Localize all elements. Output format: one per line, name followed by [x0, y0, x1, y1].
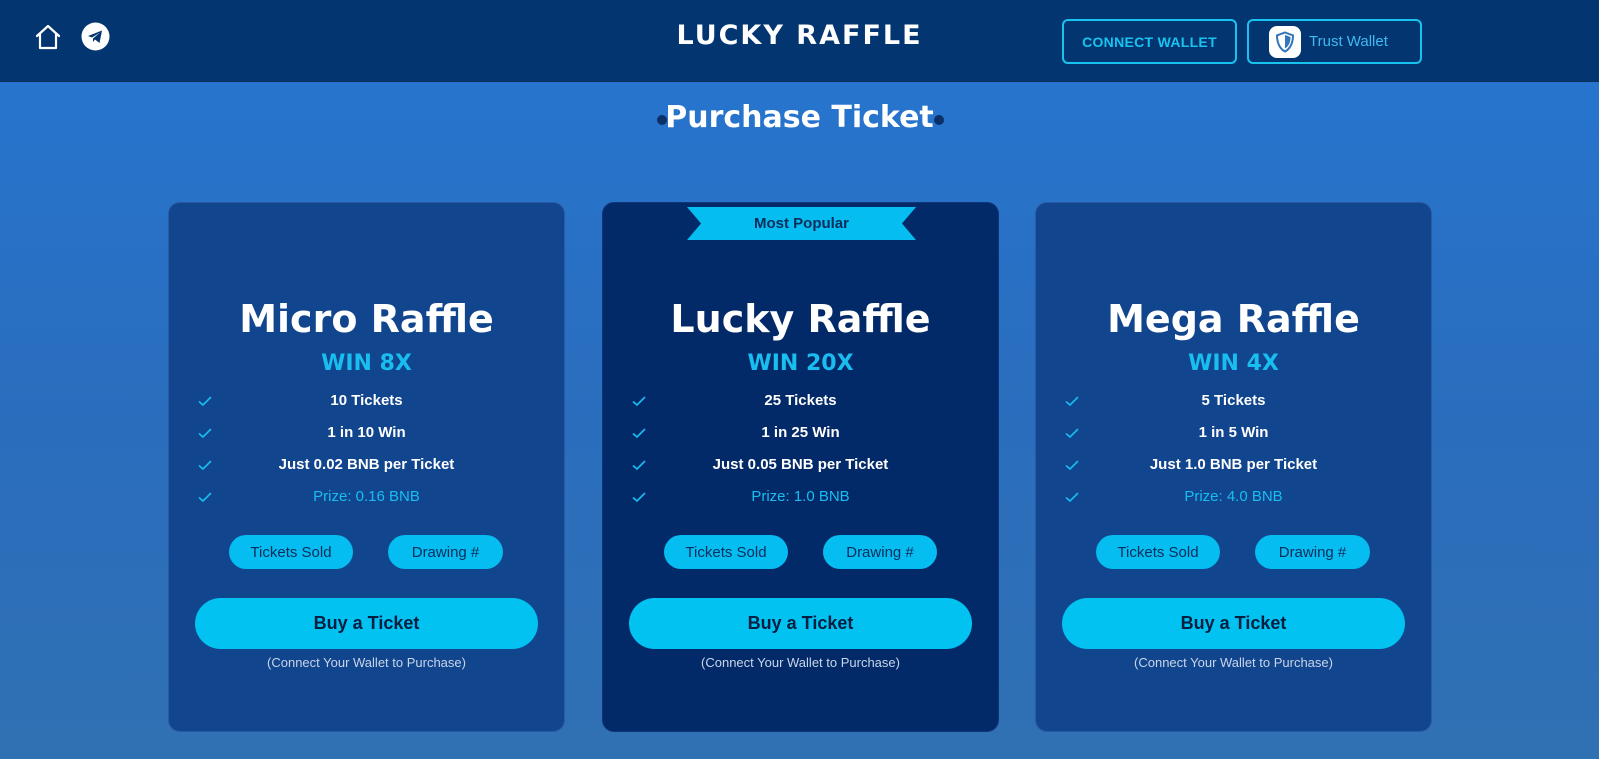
feature-text: 1 in 5 Win [1198, 424, 1269, 441]
drawing-number-pill[interactable]: Drawing # [388, 535, 503, 569]
tickets-sold-pill[interactable]: Tickets Sold [1096, 535, 1220, 569]
feature-text: 25 Tickets [764, 392, 837, 409]
raffle-card-lucky: Most Popular Lucky Raffle WIN 20X 25 Tic… [602, 202, 999, 732]
card-title: Micro Raffle [239, 297, 494, 341]
drawing-number-pill[interactable]: Drawing # [823, 535, 937, 569]
buy-ticket-button[interactable]: Buy a Ticket [1062, 598, 1405, 649]
prize-item: Prize: 4.0 BNB [1036, 485, 1431, 509]
most-popular-label: Most Popular [753, 215, 849, 232]
check-icon [197, 393, 213, 409]
prize-text: Prize: 1.0 BNB [751, 488, 850, 505]
feature-text: 1 in 10 Win [327, 424, 406, 441]
top-navbar: LUCKY RAFFLE CONNECT WALLET Trust Wallet [0, 0, 1599, 82]
drawing-number-pill[interactable]: Drawing # [1255, 535, 1370, 569]
feature-text: 5 Tickets [1201, 392, 1266, 409]
check-icon [631, 425, 647, 441]
feature-item: 25 Tickets [603, 389, 998, 413]
feature-item: 1 in 5 Win [1036, 421, 1431, 445]
feature-item: Just 0.05 BNB per Ticket [603, 453, 998, 477]
check-icon [1064, 489, 1080, 505]
check-icon [631, 393, 647, 409]
connect-wallet-button[interactable]: CONNECT WALLET [1062, 19, 1237, 64]
connect-wallet-hint: (Connect Your Wallet to Purchase) [267, 655, 466, 670]
feature-text: Just 0.05 BNB per Ticket [712, 456, 889, 473]
feature-text: Just 0.02 BNB per Ticket [278, 456, 455, 473]
prize-text: Prize: 0.16 BNB [313, 488, 420, 505]
prize-item: Prize: 1.0 BNB [603, 485, 998, 509]
check-icon [1064, 393, 1080, 409]
card-multiplier: WIN 4X [1188, 351, 1279, 376]
raffle-card-mega: Mega Raffle WIN 4X 5 Tickets 1 in 5 Win … [1035, 202, 1432, 732]
check-icon [197, 457, 213, 473]
buy-ticket-button[interactable]: Buy a Ticket [195, 598, 538, 649]
title-dot-right [934, 115, 944, 125]
feature-item: 1 in 10 Win [169, 421, 564, 445]
raffle-card-micro: Micro Raffle WIN 8X 10 Tickets 1 in 10 W… [168, 202, 565, 732]
check-icon [1064, 425, 1080, 441]
check-icon [1064, 457, 1080, 473]
prize-item: Prize: 0.16 BNB [169, 485, 564, 509]
feature-item: 1 in 25 Win [603, 421, 998, 445]
trust-wallet-label: Trust Wallet [1309, 33, 1388, 50]
feature-text: 1 in 25 Win [761, 424, 840, 441]
check-icon [631, 489, 647, 505]
buy-ticket-button[interactable]: Buy a Ticket [629, 598, 972, 649]
card-title: Lucky Raffle [670, 297, 931, 341]
card-multiplier: WIN 8X [321, 351, 412, 376]
feature-item: Just 0.02 BNB per Ticket [169, 453, 564, 477]
feature-item: Just 1.0 BNB per Ticket [1036, 453, 1431, 477]
check-icon [197, 425, 213, 441]
tickets-sold-pill[interactable]: Tickets Sold [229, 535, 353, 569]
card-title: Mega Raffle [1107, 297, 1360, 341]
check-icon [631, 457, 647, 473]
card-multiplier: WIN 20X [747, 351, 854, 376]
connect-wallet-hint: (Connect Your Wallet to Purchase) [701, 655, 900, 670]
feature-item: 10 Tickets [169, 389, 564, 413]
section-title: Purchase Ticket [665, 100, 934, 135]
feature-item: 5 Tickets [1036, 389, 1431, 413]
trust-wallet-button[interactable]: Trust Wallet [1247, 19, 1422, 64]
feature-text: 10 Tickets [330, 392, 403, 409]
prize-text: Prize: 4.0 BNB [1184, 488, 1283, 505]
connect-wallet-hint: (Connect Your Wallet to Purchase) [1134, 655, 1333, 670]
check-icon [197, 489, 213, 505]
feature-text: Just 1.0 BNB per Ticket [1149, 456, 1318, 473]
shield-icon [1269, 25, 1301, 58]
tickets-sold-pill[interactable]: Tickets Sold [664, 535, 788, 569]
